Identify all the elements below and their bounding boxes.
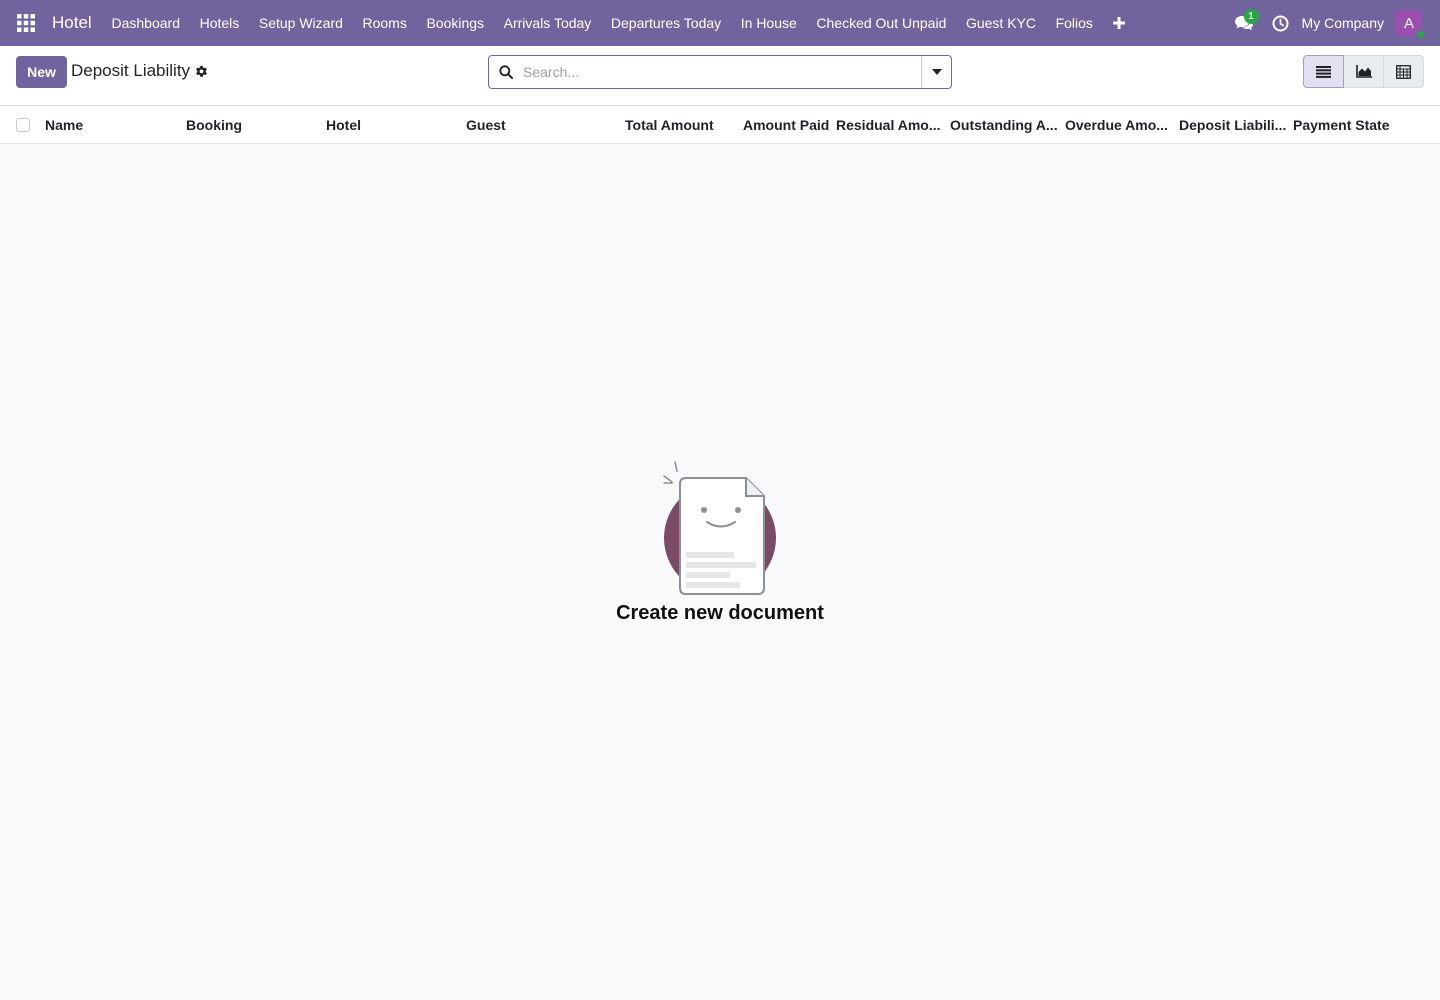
column-header-total-amount[interactable]: Total Amount [625,106,714,144]
control-panel: New Deposit Liability [0,46,1440,106]
actions-gear-button[interactable] [195,65,208,83]
area-chart-icon [1355,65,1372,78]
page-title: Deposit Liability [71,61,191,80]
column-header-overdue-amount[interactable]: Overdue Amo... [1065,106,1168,144]
list-view-button[interactable] [1303,55,1344,88]
column-header-guest[interactable]: Guest [466,106,506,144]
column-header-outstanding-amount[interactable]: Outstanding A... [950,106,1058,144]
column-header-hotel[interactable]: Hotel [326,106,361,144]
apps-grid-icon [17,14,35,32]
presence-indicator [1415,29,1426,40]
menu-item-bookings[interactable]: Bookings [417,0,494,46]
search-options-toggle[interactable] [921,56,951,88]
search-bar [488,55,952,89]
list-header: Name Booking Hotel Guest Total Amount Am… [0,106,1440,144]
select-all-checkbox[interactable] [16,118,30,132]
user-avatar[interactable]: A [1396,10,1426,40]
avatar-initial: A [1403,14,1414,32]
column-header-booking[interactable]: Booking [186,106,242,144]
menu-item-guest-kyc[interactable]: Guest KYC [956,0,1046,46]
gear-icon [196,65,207,77]
column-header-residual-amount[interactable]: Residual Amo... [836,106,941,144]
activities-button[interactable] [1266,0,1296,46]
menu-item-departures-today[interactable]: Departures Today [601,0,731,46]
navbar-systray: 1 My Company A [1224,0,1440,46]
menu-item-in-house[interactable]: In House [731,0,807,46]
column-header-name[interactable]: Name [45,106,83,144]
caret-down-icon [931,69,942,75]
list-view-icon [1316,65,1331,78]
pivot-view-button[interactable] [1383,55,1424,88]
menu-item-checked-out-unpaid[interactable]: Checked Out Unpaid [807,0,957,46]
menu-item-arrivals-today[interactable]: Arrivals Today [494,0,601,46]
search-input[interactable] [523,57,921,87]
menu-item-rooms[interactable]: Rooms [353,0,417,46]
company-switcher[interactable]: My Company [1302,15,1384,31]
menu-item-folios[interactable]: Folios [1046,0,1103,46]
column-header-amount-paid[interactable]: Amount Paid [743,106,829,144]
apps-menu-button[interactable] [0,0,52,46]
column-header-payment-state[interactable]: Payment State [1293,106,1389,144]
search-icon [489,65,523,79]
messages-badge: 1 [1243,9,1259,24]
plus-icon [1112,17,1125,29]
empty-state-title: Create new document [616,602,824,624]
clock-icon [1272,15,1289,31]
graph-view-button[interactable] [1343,55,1384,88]
empty-document-illustration [663,461,776,595]
main-menu: Dashboard Hotels Setup Wizard Rooms Book… [102,0,1135,46]
menu-item-setup-wizard[interactable]: Setup Wizard [249,0,353,46]
view-switcher [1303,55,1424,88]
app-name[interactable]: Hotel [52,13,92,33]
pivot-table-icon [1396,64,1411,79]
new-button[interactable]: New [16,56,67,88]
more-menu-button[interactable] [1103,0,1135,46]
menu-item-dashboard[interactable]: Dashboard [102,0,190,46]
messaging-button[interactable]: 1 [1224,0,1264,46]
column-header-deposit-liability[interactable]: Deposit Liabili... [1179,106,1286,144]
menu-item-hotels[interactable]: Hotels [190,0,249,46]
top-navbar: Hotel Dashboard Hotels Setup Wizard Room… [0,0,1440,46]
